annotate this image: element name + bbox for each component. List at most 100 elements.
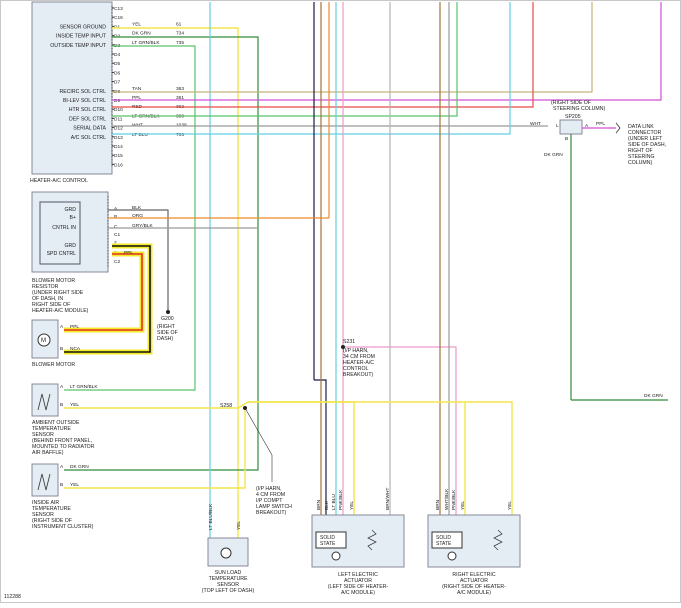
- right-solid-label-2: STATE: [436, 541, 452, 547]
- motor-wire-a: PPL: [70, 324, 79, 330]
- ppl-label: PPL: [124, 250, 133, 256]
- resistor-label-4: SPD CNTRL: [47, 251, 77, 257]
- figure-id: 112288: [4, 594, 21, 600]
- resistor-label-1: B+: [70, 215, 77, 221]
- inside-sensor-box: [31, 463, 59, 497]
- hvac-pin-d6: D6: [114, 70, 120, 76]
- left-actuator-caption-3: A/C MODULE): [341, 590, 375, 596]
- resistor-pin-0: A: [114, 206, 118, 212]
- inside-caption-4: INSTRUMENT CLUSTER): [32, 524, 94, 530]
- left-actuator-wire-2: LT BLU: [331, 494, 337, 510]
- left-actuator-wire-0: BRN: [316, 499, 322, 510]
- hvac-circuit-0: 61: [176, 21, 182, 27]
- hvac-signal-2: OUTSIDE TEMP INPUT: [50, 43, 107, 49]
- hvac-circuit-1: 734: [176, 31, 184, 37]
- hvac-signal-7: SERIAL DATA: [73, 126, 106, 132]
- s231-caption: (I/P HARN,34 CM FROMHEATER-A/CCONTROLBRE…: [343, 348, 375, 378]
- hvac-wire-8: LT BLU: [132, 132, 148, 138]
- right-actuator-wire-4: YEL: [507, 501, 513, 510]
- wire-yel-d1: [112, 27, 239, 538]
- right-actuator-wire-3: YEL: [460, 501, 466, 510]
- sp205-wire-wht: WHT: [530, 121, 541, 127]
- left-actuator-wire-1: BLK: [324, 500, 330, 510]
- resistor-label-2: CNTRL IN: [52, 225, 76, 231]
- left-actuator-wire-4: YEL: [349, 501, 355, 510]
- sp205-wire-ppl: PPL: [596, 121, 605, 127]
- sun-photodiode-icon: [220, 547, 232, 559]
- ground-dot: [166, 310, 170, 314]
- sun-wire-yel: YEL: [236, 521, 242, 530]
- right-actuator-wire-0: BRN: [435, 499, 441, 510]
- hvac-signal-5: HTR SOL CTRL: [69, 107, 106, 113]
- hvac-circuit-8: 706: [176, 132, 184, 138]
- hvac-pin-c13: C13: [114, 6, 123, 12]
- hvac-signal-0: SENSOR GROUND: [60, 24, 107, 30]
- ambient-caption: AMBIENT OUTSIDETEMPERATURESENSOR(BEHIND …: [32, 420, 95, 456]
- hvac-pin-d7: D7: [114, 80, 120, 86]
- ambient-pin-b: B: [60, 402, 63, 408]
- ambient-wire-b: YEL: [70, 402, 79, 408]
- wire-ppl-d9: [112, 2, 662, 101]
- s258-caption-4: BREAKOUT): [256, 510, 287, 516]
- hvac-wire-3: TAN: [132, 86, 142, 92]
- ambient-pin-a: A: [60, 384, 64, 390]
- inside-pin-a: A: [60, 464, 64, 470]
- ambient-wire-a: LT GRN/BLK: [70, 384, 98, 390]
- dlc-caption-6: COLUMN): [628, 160, 652, 166]
- hvac-pin-d11: D11: [114, 116, 123, 122]
- right-actuator-wire-2: PNK/BLK: [451, 489, 457, 510]
- hvac-pin-d5: D5: [114, 61, 120, 67]
- hvac-control-title: HEATER-A/C CONTROL: [30, 178, 88, 184]
- sp205-pin-l: L: [556, 123, 559, 129]
- hvac-pin-d16: D16: [114, 162, 123, 168]
- hvac-signal-8: A/C SOL CTRL: [71, 135, 106, 141]
- right-actuator-wires: BRN WHT/BLK PNK/BLK YEL YEL: [435, 488, 513, 510]
- wire-lt-grn-blk-d11: [112, 2, 458, 117]
- left-solid-label-2: STATE: [320, 541, 336, 547]
- hvac-signal-6: DEF SOL CTRL: [69, 116, 106, 122]
- dlc-connector-icon: [615, 122, 621, 134]
- hvac-pin-d10: D10: [114, 107, 123, 113]
- left-actuator-caption: LEFT ELECTRICACTUATOR(LEFT SIDE OF HEATE…: [328, 572, 389, 596]
- hvac-wire-2: LT GRN/BLK: [132, 40, 160, 46]
- left-actuator-wire-3: PNK/BLK: [338, 489, 344, 510]
- sun-wire-lt-blu-blk: LT BLU/BLK: [208, 503, 214, 530]
- wire-lt-blu-d13: [112, 2, 511, 135]
- resistor-label-0: GRD: [64, 207, 76, 213]
- right-actuator-wire-1: WHT/BLK: [444, 488, 450, 510]
- motor-pin-a: A: [60, 324, 64, 330]
- inside-wire-b: YEL: [70, 482, 79, 488]
- sp205-pin-b: B: [565, 136, 568, 142]
- hvac-circuit-3: 363: [176, 86, 184, 92]
- left-motor-icon: [331, 551, 341, 561]
- wire-tan-d8: [112, 2, 593, 93]
- hvac-wire-1: DK GRN: [132, 31, 151, 37]
- hvac-pin-list: C13C16D1D2D3D4D5D6D7D8D9D10D11D12D13D14D…: [112, 6, 123, 168]
- ground-name: G200: [161, 316, 174, 322]
- hvac-wire-0: YEL: [132, 21, 141, 27]
- s258-caption: (I/P HARN,4 CM FROMI/P COMPTLAMP SWITCHB…: [256, 486, 292, 516]
- s258-name: S258: [220, 403, 232, 409]
- resistor-caption-5: HEATER-A/C MODULE): [32, 308, 89, 314]
- wire-yel-right: [248, 401, 513, 515]
- hvac-signal-3: RECIRC SOL CTRL: [59, 89, 106, 95]
- wire-blk-left: [314, 379, 327, 515]
- ambient-sensor-box: [31, 383, 59, 417]
- inside-caption: INSIDE AIRTEMPERATURESENSOR(RIGHT SIDE O…: [32, 500, 94, 530]
- sp205-wire-dk-grn: DK GRN: [544, 152, 563, 158]
- motor-caption: BLOWER MOTOR: [32, 362, 75, 368]
- hvac-signal-1: INSIDE TEMP INPUT: [56, 34, 107, 40]
- sun-caption-3: (TOP LEFT OF DASH): [202, 588, 255, 594]
- resistor-label-3: GRD: [64, 243, 76, 249]
- ambient-caption-5: AIR BAFFLE): [32, 450, 64, 456]
- hvac-circuit-2: 735: [176, 40, 184, 46]
- sp205-box: [559, 119, 583, 135]
- s231-name: S231: [343, 339, 355, 345]
- s231-caption-4: BREAKOUT): [343, 372, 374, 378]
- hvac-pin-c16: C16: [114, 15, 123, 21]
- right-actuator-caption: RIGHT ELECTRICACTUATOR(RIGHT SIDE OF HEA…: [442, 572, 506, 596]
- ground-caption-2: DASH): [157, 336, 173, 342]
- dlc-caption: DATA LINKCONNECTOR(UNDER LEFTSIDE OF DAS…: [628, 124, 666, 166]
- sun-caption: SUN LOADTEMPERATURESENSOR(TOP LEFT OF DA…: [202, 570, 255, 594]
- hvac-pin-d15: D15: [114, 153, 123, 159]
